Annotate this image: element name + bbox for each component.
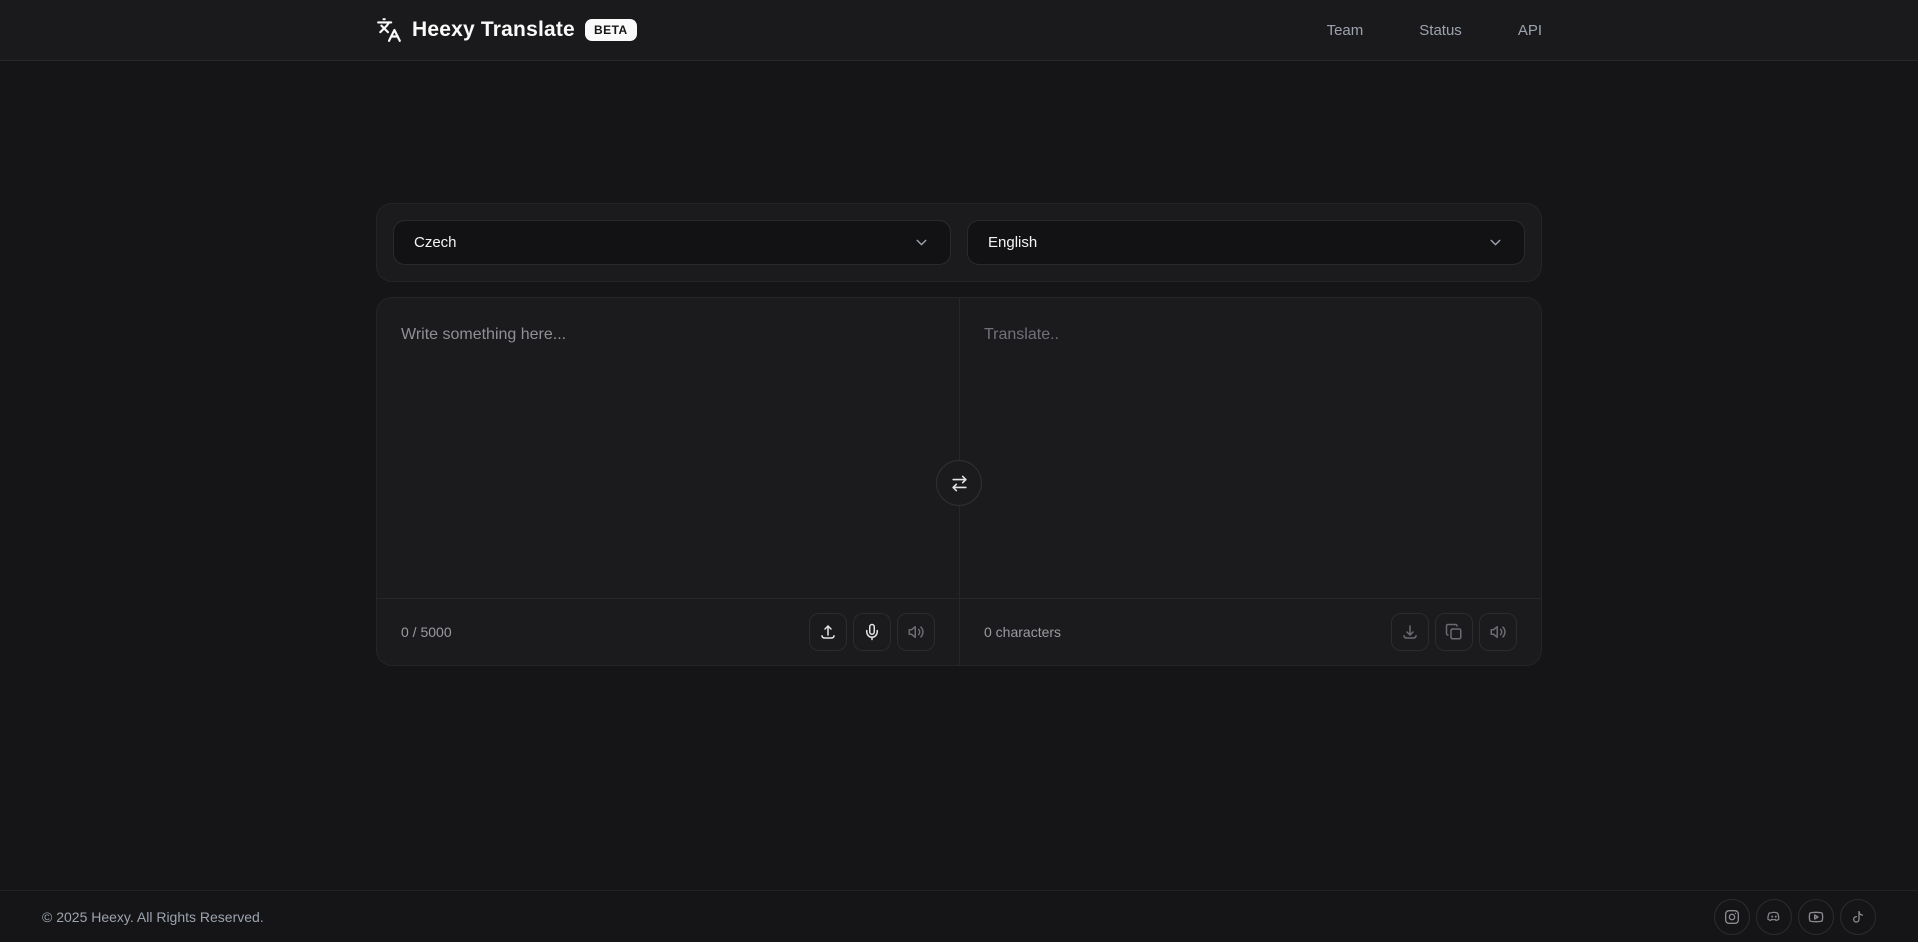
target-pane: 0 characters — [959, 298, 1541, 665]
instagram-icon — [1724, 909, 1740, 925]
discord-link[interactable] — [1756, 898, 1792, 935]
chevron-down-icon — [913, 234, 930, 251]
target-language-select[interactable]: English — [967, 220, 1525, 265]
target-text-output[interactable] — [960, 298, 1541, 598]
youtube-link[interactable] — [1798, 898, 1834, 935]
translation-panel: 0 / 5000 — [376, 297, 1542, 666]
swap-arrows-icon — [950, 474, 969, 493]
beta-badge: BETA — [584, 19, 637, 41]
chevron-down-icon — [1487, 234, 1504, 251]
translate-languages-icon — [376, 17, 402, 43]
nav-link-team[interactable]: Team — [1327, 22, 1364, 39]
top-header: Heexy Translate BETA Team Status API — [0, 0, 1918, 61]
download-icon — [1401, 623, 1419, 641]
social-links — [1714, 898, 1876, 935]
speaker-icon — [907, 623, 925, 641]
main-content: Czech English 0 / 5000 — [0, 61, 1918, 890]
youtube-icon — [1808, 909, 1824, 925]
speak-target-button[interactable] — [1479, 613, 1517, 651]
source-char-counter: 0 / 5000 — [401, 624, 452, 640]
source-toolbar: 0 / 5000 — [377, 598, 959, 665]
copy-button[interactable] — [1435, 613, 1473, 651]
tiktok-link[interactable] — [1840, 898, 1876, 935]
source-language-value: Czech — [414, 234, 457, 251]
microphone-button[interactable] — [853, 613, 891, 651]
upload-icon — [819, 623, 837, 641]
target-toolbar: 0 characters — [960, 598, 1541, 665]
upload-button[interactable] — [809, 613, 847, 651]
brand-name: Heexy Translate — [412, 18, 575, 41]
target-char-counter: 0 characters — [984, 624, 1062, 640]
download-button[interactable] — [1391, 613, 1429, 651]
page-footer: © 2025 Heexy. All Rights Reserved. — [0, 890, 1918, 942]
language-selector-card: Czech English — [376, 203, 1542, 282]
copy-icon — [1445, 623, 1463, 641]
source-language-select[interactable]: Czech — [393, 220, 951, 265]
target-language-value: English — [988, 234, 1038, 251]
main-nav: Team Status API — [1327, 22, 1542, 39]
copyright-text: © 2025 Heexy. All Rights Reserved. — [42, 908, 264, 925]
microphone-icon — [863, 623, 881, 641]
tiktok-icon — [1850, 909, 1866, 925]
speak-source-button[interactable] — [897, 613, 935, 651]
discord-icon — [1766, 909, 1782, 925]
source-text-input[interactable] — [377, 298, 959, 598]
brand[interactable]: Heexy Translate BETA — [376, 17, 637, 43]
nav-link-status[interactable]: Status — [1419, 22, 1462, 39]
instagram-link[interactable] — [1714, 898, 1750, 935]
nav-link-api[interactable]: API — [1518, 22, 1542, 39]
swap-languages-button[interactable] — [936, 460, 982, 506]
source-pane: 0 / 5000 — [377, 298, 959, 665]
speaker-icon — [1489, 623, 1507, 641]
